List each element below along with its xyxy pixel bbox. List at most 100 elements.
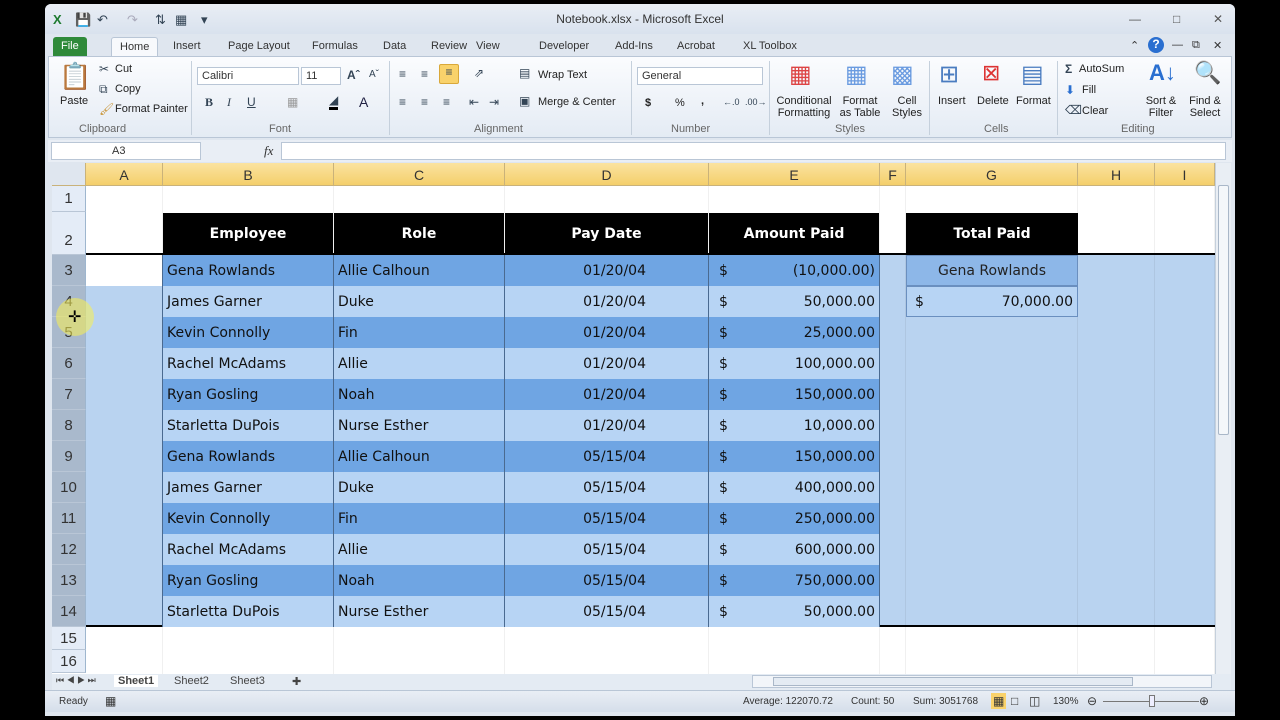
column-header-c[interactable]: C [334,163,505,186]
cell-pay-date[interactable]: 05/15/04 [505,441,709,472]
page-break-view-icon[interactable]: ◫ [1029,694,1040,708]
sheet-tab-sheet1[interactable]: Sheet1 [114,675,159,687]
font-color-icon[interactable]: A [359,94,368,110]
cell-role[interactable]: Allie Calhoun [334,255,505,286]
insert-cells-button[interactable]: Insert [938,95,966,107]
align-bottom-icon[interactable]: ≡ [439,64,459,84]
shrink-font-icon[interactable]: Aˇ [369,69,379,80]
worksheet-grid[interactable]: ABCDEFGHI12345678910111213141516Employee… [52,163,1215,674]
row-header-7[interactable]: 7 [52,379,86,410]
decrease-indent-icon[interactable]: ⇤ [469,95,479,109]
borders-icon[interactable]: ▦ [287,95,298,109]
horizontal-scroll-thumb[interactable] [773,677,1133,686]
horizontal-scrollbar[interactable] [752,675,1212,688]
row-header-16[interactable]: 16 [52,650,86,673]
tab-add-ins[interactable]: Add-Ins [607,37,661,57]
zoom-in-icon[interactable]: ⊕ [1199,694,1209,708]
comma-button[interactable]: , [701,95,704,107]
close-icon[interactable]: ✕ [1213,12,1223,26]
delete-cells-button[interactable]: Delete [977,95,1009,107]
summary-name[interactable]: Gena Rowlands [906,255,1078,286]
cell-amount-paid[interactable]: $25,000.00 [709,317,880,348]
cell-amount-paid[interactable]: $ (10,000.00) [709,255,880,286]
grow-font-icon[interactable]: Aˆ [347,68,360,82]
cell-employee[interactable]: Ryan Gosling [163,379,334,410]
cell-pay-date[interactable]: 01/20/04 [505,286,709,317]
cell-amount-paid[interactable]: $100,000.00 [709,348,880,379]
collapse-ribbon-icon[interactable]: ⌃ [1130,39,1139,52]
fill-button[interactable]: Fill [1082,84,1096,96]
tab-file[interactable]: File [53,37,87,57]
cell-pay-date[interactable]: 01/20/04 [505,255,709,286]
cell-employee[interactable]: Gena Rowlands [163,441,334,472]
row-header-11[interactable]: 11 [52,503,86,534]
decrease-decimal-icon[interactable]: .00→ [745,97,767,107]
row-header-2[interactable]: 2 [52,212,86,255]
insert-function-button[interactable]: fx [264,143,273,159]
percent-button[interactable]: % [675,97,685,109]
row-header-14[interactable]: 14 [52,596,86,627]
bold-icon[interactable]: B [205,95,213,110]
maximize-icon[interactable]: □ [1173,12,1180,26]
table-header-amount-paid[interactable]: Amount Paid [709,213,879,254]
cell-employee[interactable]: Ryan Gosling [163,565,334,596]
active-cell-a3[interactable] [86,255,163,286]
cell-role[interactable]: Allie Calhoun [334,441,505,472]
name-box[interactable]: A3 [51,142,201,160]
row-header-3[interactable]: 3 [52,255,86,286]
insert-sheet-icon[interactable]: ✚ [292,675,301,688]
number-format-select[interactable]: General [637,67,763,85]
cell-role[interactable]: Fin [334,317,505,348]
vertical-scrollbar[interactable] [1215,163,1231,674]
macro-record-icon[interactable]: ▦ [105,694,116,708]
cell-pay-date[interactable]: 01/20/04 [505,348,709,379]
align-left-icon[interactable]: ≡ [399,95,406,109]
increase-decimal-icon[interactable]: ←.0 [723,97,740,107]
cut-button[interactable]: Cut [115,63,132,75]
align-top-icon[interactable]: ≡ [399,67,406,81]
cell-pay-date[interactable]: 05/15/04 [505,596,709,627]
column-header-g[interactable]: G [906,163,1078,186]
zoom-level[interactable]: 130% [1053,696,1079,707]
workbook-minimize-icon[interactable]: — [1172,39,1183,51]
fill-color-icon[interactable]: ◢ [329,93,339,110]
cell-pay-date[interactable]: 01/20/04 [505,317,709,348]
cell-role[interactable]: Duke [334,286,505,317]
row-header-13[interactable]: 13 [52,565,86,596]
cell-pay-date[interactable]: 01/20/04 [505,379,709,410]
cell-amount-paid[interactable]: $750,000.00 [709,565,880,596]
column-header-a[interactable]: A [86,163,163,186]
tab-insert[interactable]: Insert [165,37,209,57]
align-center-icon[interactable]: ≡ [421,95,428,109]
column-header-f[interactable]: F [880,163,906,186]
conditional-formatting-button[interactable]: Conditional Formatting [773,95,835,119]
row-header-10[interactable]: 10 [52,472,86,503]
cell-pay-date[interactable]: 01/20/04 [505,410,709,441]
row-header-1[interactable]: 1 [52,186,86,212]
cell-amount-paid[interactable]: $50,000.00 [709,596,880,627]
copy-button[interactable]: Copy [115,83,141,95]
summary-total[interactable]: $70,000.00 [906,286,1078,317]
orientation-icon[interactable]: ⇗ [474,66,484,80]
underline-icon[interactable]: U [247,95,256,109]
vertical-scroll-thumb[interactable] [1218,185,1229,435]
cell-employee[interactable]: Starletta DuPois [163,596,334,627]
column-header-b[interactable]: B [163,163,334,186]
tab-developer[interactable]: Developer [531,37,597,57]
format-painter-button[interactable]: Format Painter [115,103,188,115]
cell-role[interactable]: Allie [334,348,505,379]
cell-employee[interactable]: Kevin Connolly [163,503,334,534]
align-middle-icon[interactable]: ≡ [421,67,428,81]
cell-role[interactable]: Noah [334,565,505,596]
summary-header[interactable]: Total Paid [906,213,1078,254]
sort-filter-button[interactable]: Sort & Filter [1141,95,1181,119]
cell-employee[interactable]: Rachel McAdams [163,348,334,379]
formula-input[interactable] [281,142,1226,160]
font-name-select[interactable]: Calibri [197,67,299,85]
cell-amount-paid[interactable]: $50,000.00 [709,286,880,317]
cell-pay-date[interactable]: 05/15/04 [505,503,709,534]
paste-icon[interactable]: 📋 [59,61,91,92]
row-header-9[interactable]: 9 [52,441,86,472]
cell-amount-paid[interactable]: $250,000.00 [709,503,880,534]
column-header-e[interactable]: E [709,163,880,186]
